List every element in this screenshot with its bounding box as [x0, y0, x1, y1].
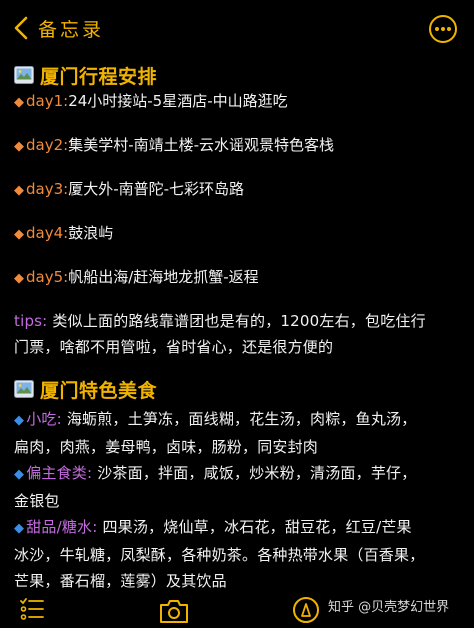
back-label: 备忘录 — [38, 18, 105, 41]
diamond-icon: ◆ — [14, 413, 25, 428]
tips-label: tips: — [14, 312, 48, 330]
pen-button[interactable] — [292, 596, 320, 628]
diamond-icon: ◆ — [14, 139, 24, 154]
tips-text: 门票，啥都不用管啦，省时省心，还是很方便的 — [14, 338, 334, 356]
day-text: 鼓浪屿 — [68, 224, 114, 242]
day-row: ◆ day5:帆船出海/赶海地龙抓蟹-返程 — [14, 266, 466, 288]
checklist-button[interactable] — [20, 598, 44, 624]
diamond-icon: ◆ — [14, 271, 24, 286]
snacks-paragraph: ◆ 小吃: 海蛎煎，土笋冻，面线糊，花生汤，肉粽，鱼丸汤， 扁肉，肉燕，姜母鸭，卤… — [14, 406, 466, 460]
day-label: day4: — [26, 224, 69, 242]
day-label: day5: — [26, 268, 69, 286]
food-heading: 厦门特色美食 — [14, 374, 466, 404]
dessert-paragraph: ◆ 甜品/糖水: 四果汤，烧仙草，冰石花，甜豆花，红豆/芒果 冰沙，牛轧糖，凤梨酥… — [14, 514, 466, 594]
day-label: day2: — [26, 136, 69, 154]
staple-paragraph: ◆ 偏主食类: 沙茶面，拌面，咸饭，炒米粉，清汤面，芋仔， 金银包 — [14, 460, 466, 514]
snacks-label: 小吃: — [26, 410, 62, 428]
tips-paragraph: tips: 类似上面的路线靠谱团也是有的，1200左右，包吃住行 门票，啥都不用… — [14, 308, 466, 360]
diamond-icon: ◆ — [14, 521, 25, 536]
pen-icon — [293, 597, 319, 623]
day-text: 24小时接站-5星酒店-中山路逛吃 — [68, 92, 288, 110]
day-label: day1: — [26, 92, 69, 110]
day-text: 集美学村-南靖土楼-云水谣观景特色客栈 — [68, 136, 335, 154]
diamond-icon: ◆ — [14, 183, 24, 198]
dessert-label: 甜品/糖水: — [26, 518, 98, 536]
more-icon — [429, 15, 457, 43]
more-button[interactable] — [428, 14, 458, 44]
diamond-icon: ◆ — [14, 95, 24, 110]
day-row: ◆ day4:鼓浪屿 — [14, 222, 466, 244]
top-bar: 备忘录 — [0, 0, 474, 58]
day-text: 厦大外-南普陀-七彩环岛路 — [68, 180, 245, 198]
staple-text: 金银包 — [14, 492, 60, 510]
itinerary-heading: 厦门行程安排 — [14, 60, 466, 90]
watermark: 知乎 @贝壳梦幻世界 — [328, 600, 450, 615]
camera-icon — [160, 600, 188, 623]
snacks-text: 扁肉，肉燕，姜母鸭，卤味，肠粉，同安封肉 — [14, 438, 319, 456]
day-row: ◆ day3:厦大外-南普陀-七彩环岛路 — [14, 178, 466, 200]
staple-label: 偏主食类: — [26, 464, 93, 482]
food-title: 厦门特色美食 — [40, 379, 158, 402]
itinerary-title: 厦门行程安排 — [40, 65, 158, 88]
diamond-icon: ◆ — [14, 227, 24, 242]
checklist-icon — [20, 598, 44, 620]
snacks-text: 海蛎煎，土笋冻，面线糊，花生汤，肉粽，鱼丸汤， — [66, 410, 417, 428]
staple-text: 沙茶面，拌面，咸饭，炒米粉，清汤面，芋仔， — [97, 464, 417, 482]
chevron-left-icon — [14, 16, 28, 40]
camera-button[interactable] — [158, 598, 190, 628]
diamond-icon: ◆ — [14, 467, 25, 482]
tips-text: 类似上面的路线靠谱团也是有的，1200左右，包吃住行 — [52, 312, 426, 330]
picture-icon — [14, 380, 34, 398]
dessert-text: 冰沙，牛轧糖，凤梨酥，各种奶茶。各种热带水果（百香果， — [14, 546, 425, 564]
picture-icon — [14, 66, 34, 84]
day-label: day3: — [26, 180, 69, 198]
day-row: ◆ day2:集美学村-南靖土楼-云水谣观景特色客栈 — [14, 134, 466, 156]
back-button[interactable]: 备忘录 — [14, 12, 104, 44]
day-text: 帆船出海/赶海地龙抓蟹-返程 — [68, 268, 259, 286]
dessert-text: 四果汤，烧仙草，冰石花，甜豆花，红豆/芒果 — [102, 518, 412, 536]
note-body[interactable]: 厦门行程安排 ◆ day1:24小时接站-5星酒店-中山路逛吃 ◆ day2:集美学… — [14, 60, 466, 594]
day-row: ◆ day1:24小时接站-5星酒店-中山路逛吃 — [14, 90, 466, 112]
